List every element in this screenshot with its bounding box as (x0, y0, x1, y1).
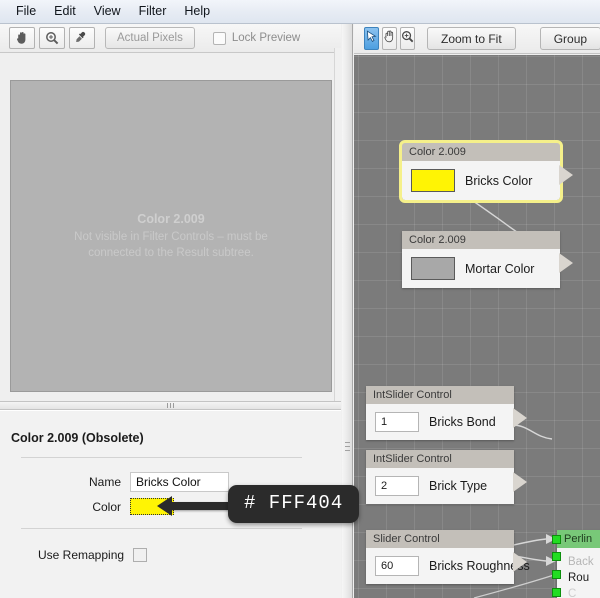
color-field-row: Color (21, 498, 174, 515)
perlin-row-background: Back (568, 556, 594, 568)
eyedropper-icon (75, 31, 89, 45)
output-port[interactable] (559, 165, 573, 185)
menu-bar: File Edit View Filter Help (0, 0, 600, 24)
vertical-splitter-grip-icon (345, 442, 350, 451)
use-remapping-label: Use Remapping (38, 548, 125, 562)
menu-filter[interactable]: Filter (130, 2, 176, 21)
output-port[interactable] (513, 408, 527, 428)
node-header: Slider Control (366, 530, 514, 548)
menu-file[interactable]: File (7, 2, 45, 21)
actual-pixels-button[interactable]: Actual Pixels (105, 27, 195, 49)
lock-preview-checkbox-box[interactable] (212, 31, 226, 45)
output-port[interactable] (513, 552, 527, 572)
node-mortar-color[interactable]: Color 2.009 Mortar Color (402, 231, 573, 288)
pan-tool-button[interactable] (9, 27, 35, 49)
node-body: 60 Bricks Roughness (366, 548, 530, 584)
node-perlin[interactable]: Perlin Back Rou C (552, 530, 600, 598)
input-port[interactable] (552, 552, 561, 561)
node-label: Mortar Color (465, 261, 535, 276)
horizontal-splitter[interactable] (0, 401, 341, 410)
select-tool-button[interactable] (364, 27, 379, 50)
node-value-field[interactable]: 2 (375, 476, 419, 496)
lock-preview-checkbox[interactable]: Lock Preview (212, 31, 301, 45)
eyedropper-tool-button[interactable] (69, 27, 95, 49)
node-bricks-color[interactable]: Color 2.009 Bricks Color (399, 140, 573, 203)
output-port[interactable] (513, 472, 527, 492)
node-color-swatch[interactable] (411, 257, 455, 280)
properties-divider-bottom (21, 528, 302, 529)
node-header: Color 2.009 (402, 231, 560, 249)
magnifier-icon (401, 30, 414, 48)
node-value-field[interactable]: 60 (375, 556, 419, 576)
name-label: Name (88, 475, 121, 489)
magnifier-icon (45, 31, 59, 45)
node-bricks-bond[interactable]: IntSlider Control 1 Bricks Bond (366, 386, 527, 440)
node-label: Bricks Bond (429, 415, 496, 429)
graph-toolbar: Zoom to Fit Group (354, 24, 600, 54)
use-remapping-checkbox[interactable] (133, 548, 148, 562)
use-remapping-row[interactable]: Use Remapping (38, 548, 148, 562)
zoom-to-fit-button[interactable]: Zoom to Fit (427, 27, 516, 50)
node-label: Bricks Color (465, 173, 533, 188)
menu-view[interactable]: View (85, 2, 130, 21)
splitter-grip-icon (167, 403, 174, 408)
input-port[interactable] (552, 588, 561, 597)
node-brick-type[interactable]: IntSlider Control 2 Brick Type (366, 450, 527, 504)
node-label: Brick Type (429, 479, 488, 493)
callout-arrow-icon (157, 496, 231, 516)
node-canvas[interactable]: Color 2.009 Bricks Color Color 2.009 Mor… (354, 55, 600, 598)
preview-title: Color 2.009 (137, 211, 205, 226)
node-bricks-roughness[interactable]: Slider Control 60 Bricks Roughness (366, 530, 530, 584)
node-body: Back Rou C (552, 535, 600, 598)
graph-pan-tool-button[interactable] (382, 27, 397, 50)
callout-text: # FFF404 (244, 492, 344, 514)
cursor-arrow-icon (365, 29, 378, 48)
preview-canvas[interactable]: Color 2.009 Not visible in Filter Contro… (10, 80, 332, 392)
input-port[interactable] (552, 535, 561, 544)
menu-edit[interactable]: Edit (45, 2, 85, 21)
menu-help[interactable]: Help (175, 2, 219, 21)
node-body: Bricks Color (402, 161, 560, 200)
node-header: IntSlider Control (366, 386, 514, 404)
node-body: Mortar Color (402, 249, 560, 288)
color-value-callout: # FFF404 (228, 485, 360, 523)
hand-icon (383, 30, 396, 48)
graph-zoom-tool-button[interactable] (400, 27, 415, 50)
hand-icon (15, 31, 29, 45)
group-button[interactable]: Group (539, 27, 600, 50)
name-field-row: Name Bricks Color (21, 472, 229, 492)
output-port[interactable] (559, 253, 573, 273)
node-header: Color 2.009 (402, 143, 560, 161)
connection-wires (417, 176, 557, 598)
input-port[interactable] (552, 570, 561, 579)
properties-divider-top (21, 457, 302, 458)
node-graph-panel: Zoom to Fit Group Color 2.009 Bricks Col… (354, 24, 600, 598)
preview-stage: Color 2.009 Not visible in Filter Contro… (0, 53, 341, 401)
application-window: File Edit View Filter Help Actual Pixels… (0, 0, 600, 598)
preview-toolbar: Actual Pixels Lock Preview (0, 24, 341, 53)
zoom-tool-button[interactable] (39, 27, 65, 49)
name-input[interactable]: Bricks Color (130, 472, 229, 492)
color-label: Color (92, 499, 121, 514)
preview-message-line1: Not visible in Filter Controls – must be (74, 230, 268, 243)
lock-preview-label: Lock Preview (231, 32, 301, 44)
node-header: Perlin (557, 530, 600, 548)
preview-scrollbar[interactable] (334, 48, 341, 401)
node-header: IntSlider Control (366, 450, 514, 468)
preview-message-line2: connected to the Result subtree. (88, 246, 254, 259)
perlin-row-roughness: Rou (568, 572, 590, 584)
node-body: 1 Bricks Bond (366, 404, 514, 440)
perlin-row-c: C (568, 588, 577, 598)
node-color-swatch[interactable] (411, 169, 455, 192)
properties-title: Color 2.009 (Obsolete) (11, 431, 144, 445)
node-value-field[interactable]: 1 (375, 412, 419, 432)
preview-panel: Actual Pixels Lock Preview Color 2.009 N… (0, 24, 360, 598)
node-body: 2 Brick Type (366, 468, 514, 504)
